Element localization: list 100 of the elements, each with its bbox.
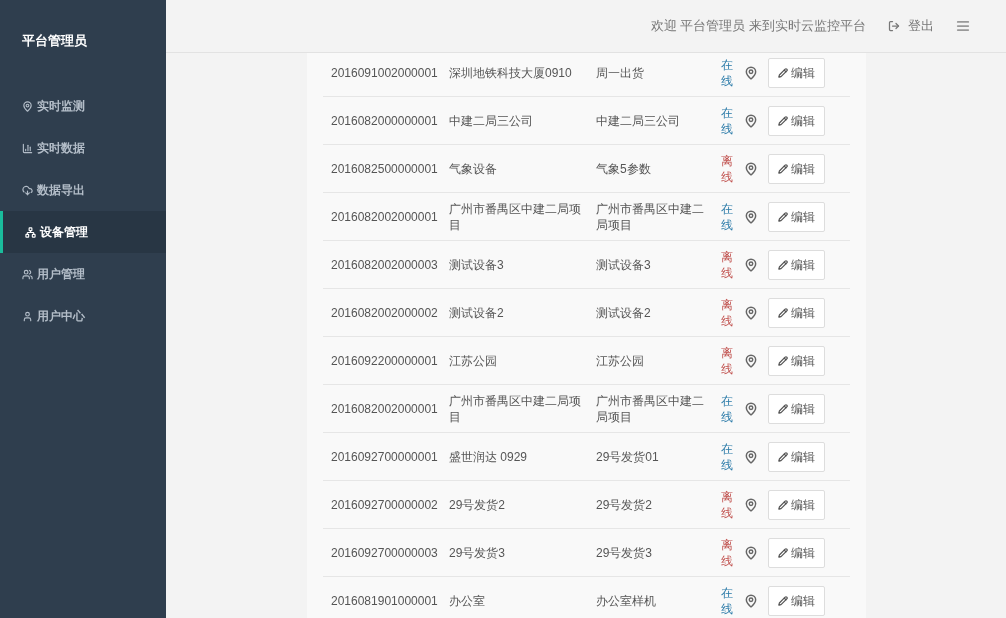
device-id-cell-text: 2016082002000002 (330, 304, 439, 322)
edit-button[interactable]: 编辑 (768, 537, 825, 568)
sidebar-item[interactable]: 用户中心 (0, 295, 166, 337)
device-name-cell-text: 广州市番禺区中建二局项目 (449, 200, 582, 233)
users-icon (22, 268, 33, 280)
map-pin-icon[interactable] (743, 593, 758, 608)
device-name-cell-text: 深圳地铁科技大厦0910 (449, 64, 573, 81)
device-name-cell-text: 中建二局三公司 (449, 112, 534, 129)
status-cell: 在线 (721, 440, 733, 473)
device-name-cell-text: 测试设备2 (449, 304, 505, 321)
logout-button[interactable]: 登出 (888, 16, 934, 36)
edit-button[interactable]: 编辑 (768, 345, 825, 376)
status-cell: 离线 (721, 536, 733, 569)
map-pin-icon[interactable] (743, 257, 758, 272)
user-icon (22, 310, 33, 322)
device-remark-cell-text: 中建二局三公司 (596, 112, 681, 129)
device-id-cell-text: 2016082002000003 (330, 256, 439, 274)
map-pin-icon (22, 100, 33, 112)
status-cell: 离线 (721, 152, 733, 185)
device-name-cell-text: 测试设备3 (449, 256, 505, 273)
status-cell: 离线 (721, 248, 733, 281)
device-remark-cell-text: 29号发货3 (596, 544, 654, 561)
map-pin-icon[interactable] (743, 545, 758, 560)
status-cell: 在线 (721, 584, 733, 617)
sitemap-icon (25, 226, 36, 238)
device-name-cell-text: 气象设备 (449, 160, 498, 177)
edit-button[interactable]: 编辑 (768, 297, 825, 328)
status-cell: 在线 (721, 200, 733, 233)
device-remark-cell-text: 气象5参数 (596, 160, 652, 177)
sidebar-item[interactable]: 设备管理 (0, 211, 166, 253)
device-name-cell-text: 办公室 (449, 592, 486, 609)
sidebar-item[interactable]: 数据导出 (0, 169, 166, 211)
device-remark-cell-text: 29号发货01 (596, 448, 660, 465)
device-name-cell-text: 29号发货3 (449, 544, 507, 561)
pencil-icon (778, 307, 788, 318)
edit-button[interactable]: 编辑 (768, 201, 825, 232)
map-pin-icon[interactable] (743, 209, 758, 224)
pencil-icon (778, 451, 788, 462)
device-remark-cell-text: 江苏公园 (596, 352, 645, 369)
device-name-cell-text: 29号发货2 (449, 496, 507, 513)
menu-icon[interactable] (956, 19, 970, 33)
pencil-icon (778, 115, 788, 126)
pencil-icon (778, 355, 788, 366)
pencil-icon (778, 595, 788, 606)
welcome-text: 欢迎 平台管理员 来到实时云监控平台 (650, 17, 866, 36)
device-id-cell-text: 2016082500000001 (330, 160, 439, 178)
pencil-icon (778, 67, 788, 78)
edit-button[interactable]: 编辑 (768, 393, 825, 424)
edit-button[interactable]: 编辑 (768, 249, 825, 280)
edit-button[interactable]: 编辑 (768, 585, 825, 616)
map-pin-icon[interactable] (743, 305, 758, 320)
pencil-icon (778, 403, 788, 414)
map-pin-icon[interactable] (743, 449, 758, 464)
pencil-icon (778, 547, 788, 558)
edit-button[interactable]: 编辑 (768, 441, 825, 472)
map-pin-icon[interactable] (743, 161, 758, 176)
device-id-cell-text: 2016092700000001 (330, 448, 439, 466)
map-pin-icon[interactable] (743, 353, 758, 368)
device-remark-cell-text: 广州市番禺区中建二局项目 (596, 200, 705, 233)
pencil-icon (778, 259, 788, 270)
device-id-cell-text: 2016091002000001 (330, 64, 439, 82)
logout-icon (888, 20, 900, 32)
sidebar-item[interactable]: 实时数据 (0, 127, 166, 169)
device-name-cell-text: 盛世润达 0929 (449, 448, 529, 465)
device-remark-cell-text: 广州市番禺区中建二局项目 (596, 392, 705, 425)
pencil-icon (778, 499, 788, 510)
status-cell: 在线 (721, 56, 733, 89)
sidebar-item[interactable]: 实时监测 (0, 85, 166, 127)
status-cell: 离线 (721, 344, 733, 377)
device-id-cell-text: 2016082000000001 (330, 112, 439, 130)
map-pin-icon[interactable] (743, 113, 758, 128)
map-pin-icon[interactable] (743, 65, 758, 80)
bar-chart-icon (22, 142, 33, 154)
map-pin-icon[interactable] (743, 497, 758, 512)
pencil-icon (778, 211, 788, 222)
device-id-cell-text: 2016082002000001 (330, 208, 439, 226)
status-cell: 离线 (721, 296, 733, 329)
sidebar-title: 平台管理员 (22, 32, 87, 51)
device-remark-cell-text: 周一出货 (596, 64, 645, 81)
device-remark-cell-text: 测试设备3 (596, 256, 652, 273)
map-pin-icon[interactable] (743, 401, 758, 416)
edit-button[interactable]: 编辑 (768, 489, 825, 520)
cloud-download-icon (22, 184, 33, 196)
edit-button[interactable]: 编辑 (768, 57, 825, 88)
device-id-cell-text: 2016092700000003 (330, 544, 439, 562)
device-name-cell-text: 广州市番禺区中建二局项目 (449, 392, 582, 425)
device-name-cell-text: 江苏公园 (449, 352, 498, 369)
device-remark-cell-text: 测试设备2 (596, 304, 652, 321)
device-remark-cell-text: 29号发货2 (596, 496, 654, 513)
sidebar-item[interactable]: 用户管理 (0, 253, 166, 295)
device-remark-cell-text: 办公室样机 (596, 592, 657, 609)
device-id-cell-text: 2016081901000001 (330, 592, 439, 610)
edit-button[interactable]: 编辑 (768, 105, 825, 136)
status-cell: 离线 (721, 488, 733, 521)
status-cell: 在线 (721, 392, 733, 425)
edit-button[interactable]: 编辑 (768, 153, 825, 184)
device-id-cell-text: 2016092200000001 (330, 352, 439, 370)
device-id-cell-text: 2016092700000002 (330, 496, 439, 514)
pencil-icon (778, 163, 788, 174)
device-id-cell-text: 2016082002000001 (330, 400, 439, 418)
